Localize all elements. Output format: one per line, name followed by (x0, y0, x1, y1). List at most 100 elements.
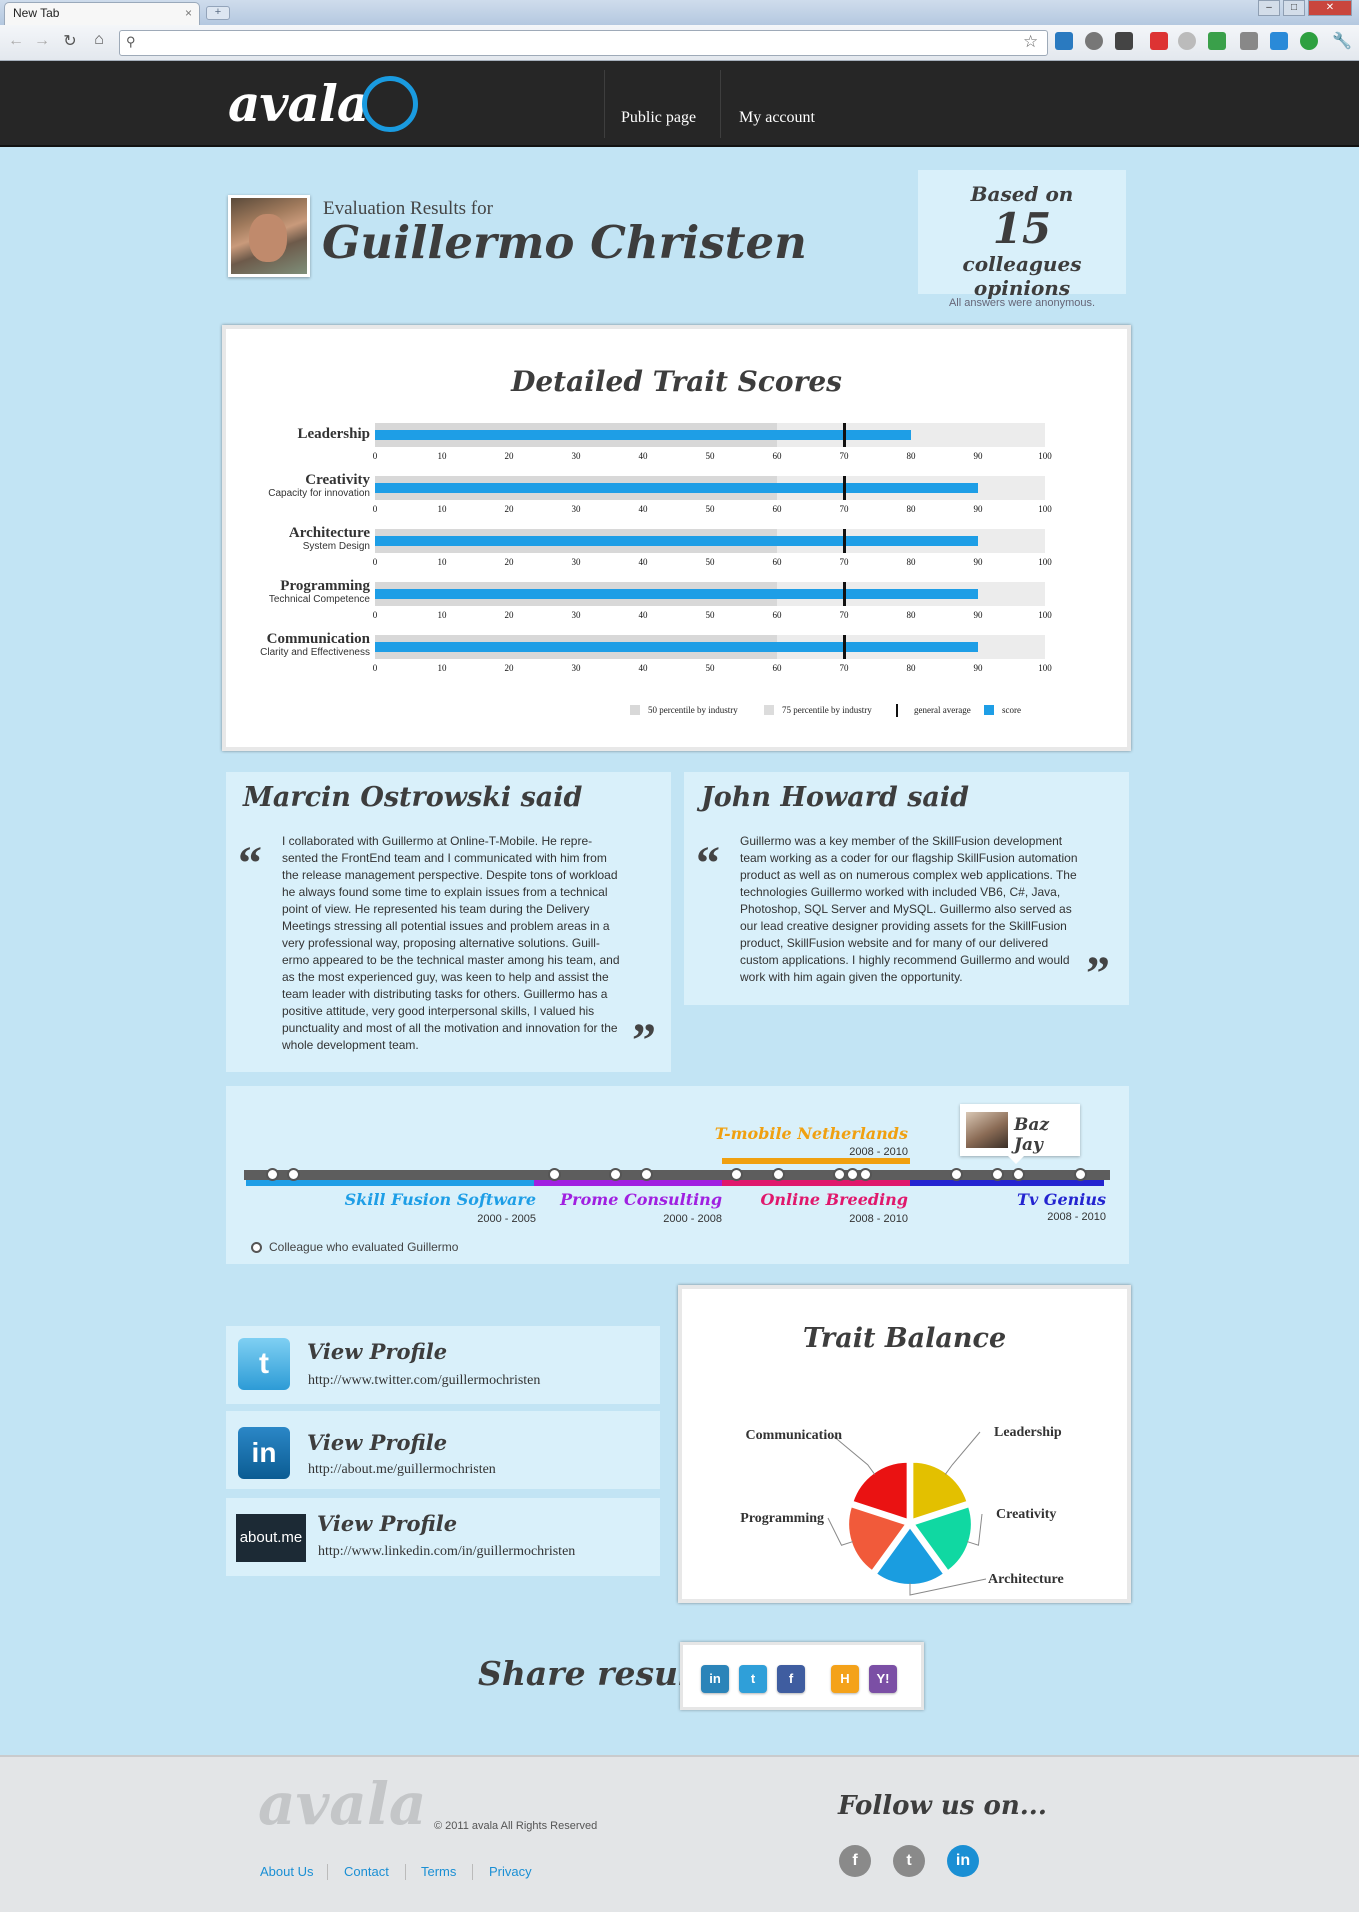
footer-link-privacy[interactable]: Privacy (489, 1864, 532, 1879)
share-yahoo-button[interactable]: Y! (869, 1665, 897, 1693)
tick-label: 40 (638, 610, 648, 620)
wrench-icon[interactable]: 🔧 (1332, 31, 1352, 51)
tick-label: 0 (372, 504, 378, 514)
company-name: Tv Genius (1017, 1190, 1106, 1209)
browser-tab[interactable]: New Tab × (4, 2, 200, 25)
extension-icon[interactable] (1150, 32, 1168, 50)
footer-logo[interactable]: avala (258, 1770, 426, 1838)
forward-icon[interactable]: → (32, 32, 52, 50)
colleague-marker[interactable] (772, 1168, 785, 1181)
colleague-marker[interactable] (859, 1168, 872, 1181)
colleague-marker[interactable] (1012, 1168, 1025, 1181)
popup-pointer (1008, 1156, 1024, 1164)
tick-label: 30 (571, 557, 581, 567)
footer-link-contact[interactable]: Contact (344, 1864, 389, 1879)
site-header (0, 61, 1359, 147)
close-window-button[interactable]: ✕ (1308, 0, 1352, 16)
linkedin-profile-card[interactable]: in View Profile http://about.me/guillerm… (226, 1411, 660, 1489)
tick-label: 30 (571, 663, 581, 673)
share-linkedin-button[interactable]: in (701, 1665, 729, 1693)
colleague-marker[interactable] (609, 1168, 622, 1181)
aboutme-profile-card[interactable]: about.me View Profile http://www.linkedi… (226, 1498, 660, 1576)
average-marker (843, 529, 846, 553)
testimonial-card: Marcin Ostrowski said “ I collaborated w… (226, 772, 671, 1072)
average-marker (843, 476, 846, 500)
open-quote-icon: “ (696, 837, 720, 890)
footer-linkedin-icon[interactable]: in (947, 1845, 979, 1877)
view-profile-link[interactable]: View Profile (307, 1339, 447, 1364)
profile-url[interactable]: http://www.twitter.com/guillermochristen (308, 1373, 540, 1389)
nav-my-account[interactable]: My account (739, 109, 815, 127)
tick-label: 0 (372, 557, 378, 567)
colleague-marker[interactable] (991, 1168, 1004, 1181)
trait-name: Programming (280, 578, 370, 594)
view-profile-link[interactable]: View Profile (317, 1511, 457, 1536)
aboutme-icon: about.me (236, 1514, 306, 1562)
extension-icon[interactable] (1270, 32, 1288, 50)
colleague-marker[interactable] (640, 1168, 653, 1181)
extension-icon[interactable] (1055, 32, 1073, 50)
colleague-photo (966, 1112, 1008, 1148)
tick-label: 30 (571, 610, 581, 620)
footer-link-about[interactable]: About Us (260, 1864, 313, 1879)
colleague-marker[interactable] (833, 1168, 846, 1181)
share-hyves-button[interactable]: H (831, 1665, 859, 1693)
minimize-button[interactable]: ‒ (1258, 0, 1280, 16)
nav-divider (604, 70, 605, 138)
share-twitter-button[interactable]: t (739, 1665, 767, 1693)
colleague-marker[interactable] (287, 1168, 300, 1181)
tick-label: 70 (839, 557, 849, 567)
extension-icon[interactable] (1300, 32, 1318, 50)
gear-extension-icon[interactable] (1085, 32, 1103, 50)
site-logo[interactable]: avala (228, 74, 369, 133)
tick-label: 90 (973, 451, 983, 461)
testimonial-line: very professional way, proposing alterna… (282, 936, 600, 950)
trait-subtitle: Clarity and Effectiveness (260, 647, 370, 658)
logo-ring-icon (362, 76, 418, 132)
colleague-marker[interactable] (846, 1168, 859, 1181)
twitter-profile-card[interactable]: t View Profile http://www.twitter.com/gu… (226, 1326, 660, 1404)
colleague-marker[interactable] (950, 1168, 963, 1181)
tab-close-icon[interactable]: × (185, 6, 192, 20)
trait-name: Communication (266, 631, 370, 647)
page-title: Guillermo Christen (322, 216, 807, 269)
colleague-marker[interactable] (1074, 1168, 1087, 1181)
extension-icon[interactable] (1178, 32, 1196, 50)
profile-url[interactable]: http://about.me/guillermochristen (308, 1462, 496, 1478)
footer-facebook-icon[interactable]: f (839, 1845, 871, 1877)
testimonial-line: Guillermo was a key member of the SkillF… (740, 834, 1063, 848)
footer-twitter-icon[interactable]: t (893, 1845, 925, 1877)
tick-label: 60 (772, 663, 782, 673)
testimonial-line: point of view. He represented his team d… (282, 902, 590, 916)
colleague-marker[interactable] (548, 1168, 561, 1181)
profile-url[interactable]: http://www.linkedin.com/in/guillermochri… (318, 1544, 575, 1560)
view-profile-link[interactable]: View Profile (307, 1430, 447, 1455)
new-tab-button[interactable]: + (206, 6, 230, 20)
home-icon[interactable]: ⌂ (89, 31, 109, 49)
opinions-count: 15 (992, 204, 1052, 253)
testimonial-line: our lead creative designer providing ass… (740, 919, 1067, 933)
nav-public-page[interactable]: Public page (621, 109, 696, 127)
extension-icon[interactable] (1208, 32, 1226, 50)
share-facebook-button[interactable]: f (777, 1665, 805, 1693)
tick-label: 20 (504, 504, 514, 514)
extension-icon[interactable] (1240, 32, 1258, 50)
tick-label: 60 (772, 451, 782, 461)
tab-title: New Tab (13, 6, 60, 20)
legend-swatch (984, 705, 994, 715)
bookmark-star-icon[interactable]: ☆ (1023, 32, 1038, 52)
timeline-track (244, 1170, 1110, 1180)
career-timeline: Skill Fusion Software 2000 - 2005 Prome … (226, 1086, 1129, 1264)
colleague-marker[interactable] (730, 1168, 743, 1181)
colleague-popup[interactable]: Baz Jay (960, 1104, 1080, 1164)
anonymous-note: All answers were anonymous. (948, 297, 1096, 309)
address-bar[interactable]: ⚲ (119, 30, 1048, 56)
footer-link-terms[interactable]: Terms (421, 1864, 456, 1879)
maximize-button[interactable]: □ (1283, 0, 1305, 16)
extension-icon[interactable] (1115, 32, 1133, 50)
tick-label: 60 (772, 610, 782, 620)
reload-icon[interactable]: ↻ (60, 31, 80, 51)
back-icon[interactable]: ← (6, 32, 26, 50)
colleague-marker[interactable] (266, 1168, 279, 1181)
colleague-legend-icon (251, 1242, 262, 1253)
